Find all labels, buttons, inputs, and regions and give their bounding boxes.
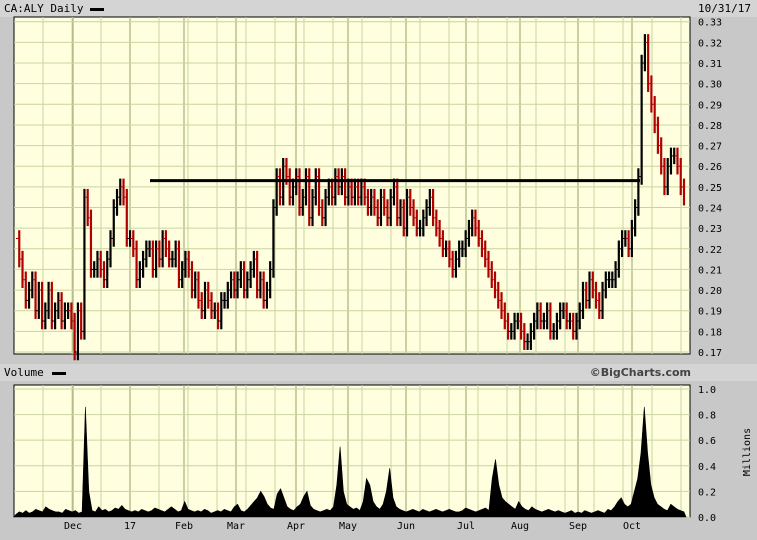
x-tick-label: Sep	[569, 521, 587, 532]
x-tick-label: Aug	[511, 521, 529, 532]
x-tick-label: Mar	[227, 521, 245, 532]
x-tick-label: Feb	[175, 521, 193, 532]
x-tick-label: Apr	[287, 521, 305, 532]
price-y-tick-label: 0.21	[698, 265, 722, 276]
price-y-tick-label: 0.26	[698, 162, 722, 173]
volume-y-tick-label: 0.6	[698, 436, 716, 447]
price-y-tick-label: 0.17	[698, 348, 722, 359]
chart-svg: 0.33 0.32 0.31 0.30 0.29 0.28 0.27 0.26 0.25 0.24…	[13, 16, 753, 532]
x-tick-label: Oct	[623, 521, 641, 532]
price-y-tick-label: 0.18	[698, 327, 722, 338]
x-tick-label: 17	[124, 521, 136, 532]
x-tick-label: Jul	[457, 521, 475, 532]
price-y-tick-label: 0.25	[698, 183, 722, 194]
price-y-tick-label: 0.22	[698, 245, 722, 256]
volume-y-tick-label: 0.2	[698, 487, 716, 498]
price-y-tick-label: 0.32	[698, 38, 722, 49]
price-y-tick-label: 0.23	[698, 224, 722, 235]
price-y-tick-label: 0.19	[698, 307, 722, 318]
price-y-tick-label: 0.33	[698, 18, 722, 29]
price-y-tick-label: 0.30	[698, 80, 722, 91]
x-tick-label: Dec	[64, 521, 82, 532]
price-y-tick-label: 0.20	[698, 286, 722, 297]
price-y-tick-label: 0.29	[698, 100, 722, 111]
volume-plot: 1.0 0.8 0.6 0.4 0.2 0.0 Millions Dec 17 Feb Mar Apr…	[13, 384, 753, 532]
price-plot: 0.33 0.32 0.31 0.30 0.29 0.28 0.27 0.26 0.25 0.24…	[13, 16, 722, 361]
volume-unit-label: Millions	[742, 428, 753, 476]
volume-y-tick-label: 0.4	[698, 462, 716, 473]
x-tick-label: Jun	[397, 521, 415, 532]
x-tick-label: May	[339, 521, 357, 532]
price-y-tick-label: 0.28	[698, 121, 722, 132]
price-y-tick-label: 0.31	[698, 59, 722, 70]
price-y-tick-label: 0.24	[698, 204, 722, 215]
volume-background	[13, 384, 691, 518]
volume-y-tick-label: 0.8	[698, 411, 716, 422]
chart-window: CA:ALY Daily 10/31/17 Volume ©BigCharts.…	[0, 0, 757, 540]
volume-y-tick-label: 1.0	[698, 385, 716, 396]
volume-y-tick-label: 0.0	[698, 513, 716, 524]
price-y-tick-label: 0.27	[698, 142, 722, 153]
